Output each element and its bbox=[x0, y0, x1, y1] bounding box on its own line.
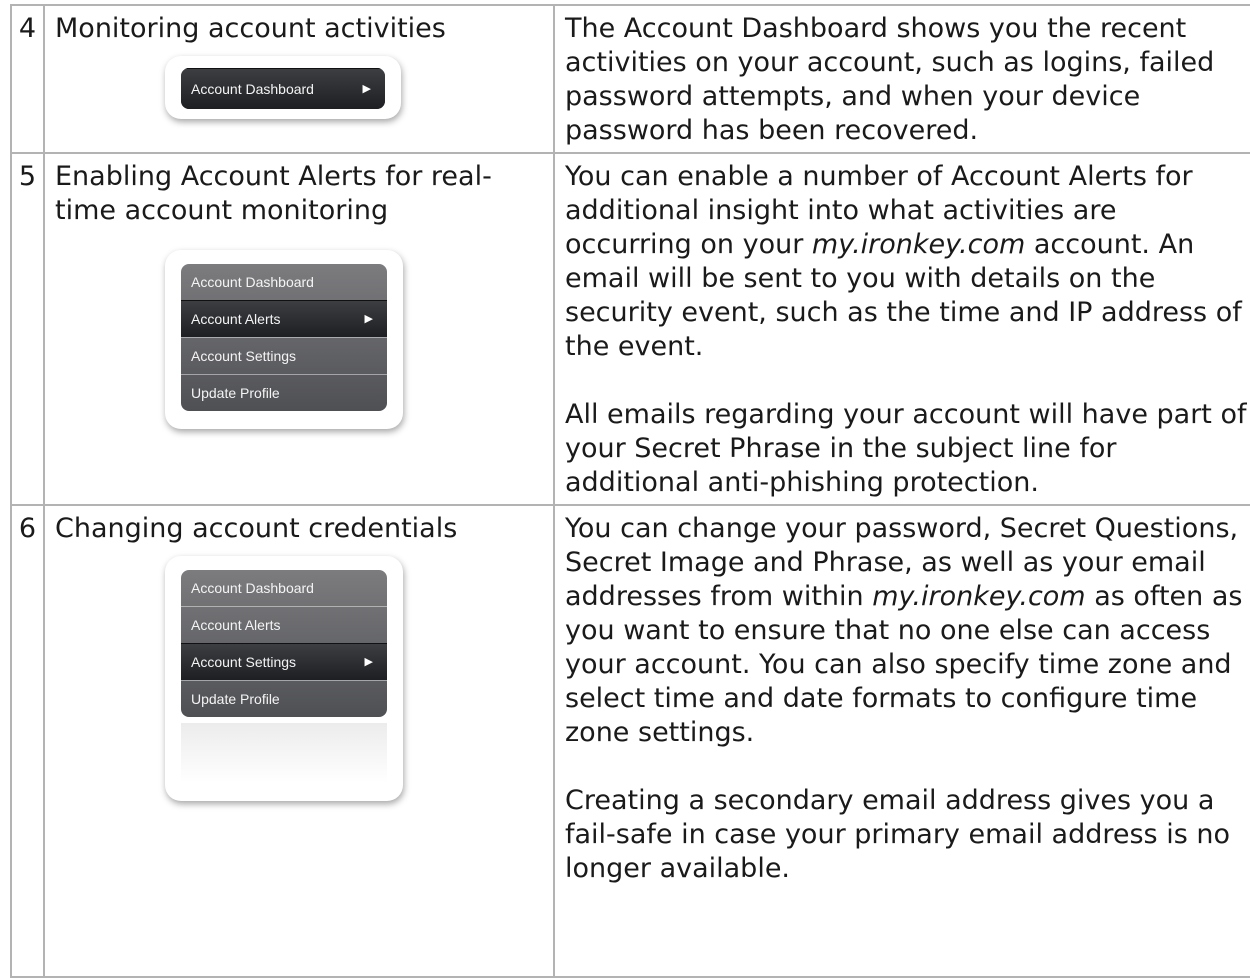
menu-item-account-dashboard[interactable]: Account Dashboard ▶ bbox=[181, 68, 385, 109]
menu-item-update-profile[interactable]: Update Profile bbox=[181, 374, 387, 411]
right-triangle-icon: ▶ bbox=[364, 313, 373, 325]
row-number: 6 bbox=[10, 504, 45, 978]
menu-item-update-profile[interactable]: Update Profile bbox=[181, 680, 387, 717]
menu-item-account-dashboard[interactable]: Account Dashboard bbox=[181, 264, 387, 300]
menu-screenshot: Account Dashboard ▶ bbox=[165, 56, 401, 119]
menu-item-account-alerts[interactable]: Account Alerts bbox=[181, 606, 387, 643]
menu-item-account-alerts[interactable]: Account Alerts ▶ bbox=[181, 300, 387, 337]
ironkey-site-link: my.ironkey.com bbox=[811, 229, 1026, 260]
menu-item-label: Update Profile bbox=[191, 385, 280, 401]
menu-item-label: Account Alerts bbox=[191, 617, 281, 633]
menu-reflection bbox=[181, 723, 387, 783]
menu-item-label: Account Dashboard bbox=[191, 81, 314, 97]
description-paragraph: The Account Dashboard shows you the rece… bbox=[565, 13, 1215, 146]
description-paragraph: All emails regarding your account will h… bbox=[565, 399, 1247, 498]
description-paragraph: Creating a secondary email address gives… bbox=[565, 785, 1230, 884]
menu-item-label: Update Profile bbox=[191, 691, 280, 707]
topic-title: Changing account credentials bbox=[55, 513, 458, 544]
table-row: 6 Changing account credentials Account D… bbox=[10, 504, 1250, 978]
account-menu: Account Dashboard Account Alerts ▶ Accou… bbox=[181, 264, 387, 411]
topic-cell: Enabling Account Alerts for real-time ac… bbox=[43, 152, 555, 506]
topic-cell: Changing account credentials Account Das… bbox=[43, 504, 555, 978]
description-paragraph: You can change your password, Secret Que… bbox=[565, 513, 1243, 748]
menu-item-label: Account Alerts bbox=[191, 311, 281, 327]
ironkey-site-link: my.ironkey.com bbox=[872, 581, 1086, 612]
menu-screenshot: Account Dashboard Account Alerts Account… bbox=[165, 556, 403, 801]
account-menu: Account Dashboard ▶ bbox=[181, 68, 385, 109]
right-triangle-icon: ▶ bbox=[362, 83, 371, 95]
topic-cell: Monitoring account activities Account Da… bbox=[43, 4, 555, 154]
table-row: 5 Enabling Account Alerts for real-time … bbox=[10, 152, 1250, 506]
menu-item-account-settings[interactable]: Account Settings ▶ bbox=[181, 643, 387, 680]
table-row: 4 Monitoring account activities Account … bbox=[10, 4, 1250, 154]
instructions-table: 4 Monitoring account activities Account … bbox=[10, 4, 1250, 978]
menu-item-label: Account Dashboard bbox=[191, 274, 314, 290]
account-menu: Account Dashboard Account Alerts Account… bbox=[181, 570, 387, 717]
right-triangle-icon: ▶ bbox=[364, 656, 373, 668]
topic-title: Monitoring account activities bbox=[55, 13, 446, 44]
menu-screenshot: Account Dashboard Account Alerts ▶ Accou… bbox=[165, 250, 403, 429]
description-cell: The Account Dashboard shows you the rece… bbox=[553, 4, 1250, 154]
menu-item-label: Account Dashboard bbox=[191, 580, 314, 596]
row-number: 4 bbox=[10, 4, 45, 154]
topic-title: Enabling Account Alerts for real-time ac… bbox=[55, 161, 492, 226]
menu-item-label: Account Settings bbox=[191, 348, 297, 364]
menu-item-account-settings[interactable]: Account Settings bbox=[181, 337, 387, 374]
menu-item-account-dashboard[interactable]: Account Dashboard bbox=[181, 570, 387, 606]
row-number: 5 bbox=[10, 152, 45, 506]
description-cell: You can change your password, Secret Que… bbox=[553, 504, 1250, 978]
description-paragraph: You can enable a number of Account Alert… bbox=[565, 161, 1242, 362]
description-cell: You can enable a number of Account Alert… bbox=[553, 152, 1250, 506]
menu-item-label: Account Settings bbox=[191, 654, 297, 670]
